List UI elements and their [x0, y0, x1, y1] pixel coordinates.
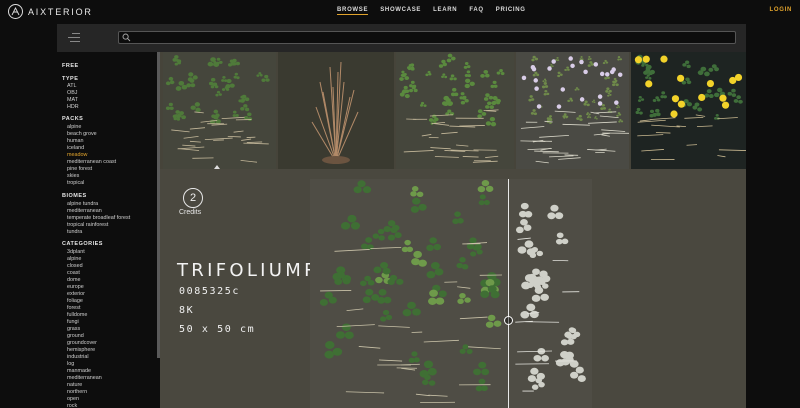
category-item[interactable]: 3dplant: [67, 249, 85, 256]
pack-skies[interactable]: skies: [67, 173, 79, 180]
asset-detail-panel: 2 Credits TRIFOLIUMREPENS 0085325c 8K 50…: [160, 169, 746, 408]
brand-name: AIXTERIOR: [28, 6, 93, 17]
category-item[interactable]: groundcover: [67, 340, 97, 347]
category-item[interactable]: fungi: [67, 319, 79, 326]
biome-tropical-rainforest[interactable]: tropical rainforest: [67, 222, 108, 229]
logo[interactable]: AIXTERIOR: [8, 4, 93, 19]
search-icon: [122, 33, 131, 42]
login-link[interactable]: LOGIN: [770, 7, 793, 13]
nav-learn[interactable]: LEARN: [433, 7, 457, 15]
pack-mediterranean-coast[interactable]: mediterranean coast: [67, 159, 116, 166]
category-item[interactable]: rock: [67, 403, 77, 408]
sidebar: FREE TYPE ATL OBJ MAT HDR PACKS alpine b…: [57, 52, 157, 408]
asset-id: 0085325c: [179, 286, 240, 297]
compare-slider-handle[interactable]: [504, 316, 513, 325]
category-item[interactable]: industrial: [67, 354, 89, 361]
asset-thumbnail[interactable]: [631, 52, 746, 169]
packs-heading: PACKS: [62, 116, 84, 122]
category-item[interactable]: ground: [67, 333, 84, 340]
category-item[interactable]: dome: [67, 277, 81, 284]
search-box[interactable]: [118, 31, 736, 44]
type-hdr[interactable]: HDR: [67, 104, 79, 111]
asset-preview[interactable]: [310, 179, 592, 408]
biome-temperate-broadleaf-forest[interactable]: temperate broadleaf forest: [67, 215, 130, 222]
nav-browse[interactable]: BROWSE: [337, 7, 369, 15]
asset-size: 50 x 50 cm: [179, 324, 256, 335]
type-mat[interactable]: MAT: [67, 97, 78, 104]
type-heading: TYPE: [62, 76, 79, 82]
pack-iceland[interactable]: iceland: [67, 145, 84, 152]
asset-thumbnail[interactable]: [396, 52, 514, 169]
biome-alpine-tundra[interactable]: alpine tundra: [67, 201, 98, 208]
pack-meadow[interactable]: meadow: [67, 152, 87, 159]
filter-menu-icon[interactable]: [68, 33, 80, 42]
pack-tropical[interactable]: tropical: [67, 180, 84, 187]
pack-alpine[interactable]: alpine: [67, 124, 81, 131]
category-item[interactable]: exterior: [67, 291, 85, 298]
category-item[interactable]: grass: [67, 326, 80, 333]
category-item[interactable]: mediterranean: [67, 375, 102, 382]
category-item[interactable]: nature: [67, 382, 82, 389]
compare-slider-line[interactable]: [508, 179, 510, 408]
sidebar-free[interactable]: FREE: [62, 63, 79, 69]
biome-tundra[interactable]: tundra: [67, 229, 82, 236]
asset-thumbnail[interactable]: [278, 52, 394, 169]
credits-badge: 2: [183, 188, 203, 208]
asset-thumbnail[interactable]: [163, 52, 276, 169]
toolbar: [57, 24, 746, 52]
biomes-heading: BIOMES: [62, 193, 87, 199]
category-item[interactable]: foliage: [67, 298, 83, 305]
nav-pricing[interactable]: PRICING: [496, 7, 526, 15]
category-item[interactable]: alpine: [67, 256, 81, 263]
category-item[interactable]: northern: [67, 389, 87, 396]
search-input[interactable]: [133, 32, 733, 43]
category-item[interactable]: forest: [67, 305, 80, 312]
category-item[interactable]: europe: [67, 284, 84, 291]
top-nav: AIXTERIOR BROWSE SHOWCASE LEARN FAQ PRIC…: [0, 0, 800, 24]
credits-label: Credits: [179, 209, 202, 216]
category-item[interactable]: open: [67, 396, 79, 403]
category-item[interactable]: fulldome: [67, 312, 87, 319]
asset-thumbnail[interactable]: [516, 52, 629, 169]
nav-showcase[interactable]: SHOWCASE: [380, 7, 421, 15]
category-item[interactable]: coast: [67, 270, 80, 277]
pack-pine-forest[interactable]: pine forest: [67, 166, 92, 173]
asset-resolution: 8K: [179, 305, 195, 316]
logo-icon: [8, 4, 23, 19]
category-item[interactable]: manmade: [67, 368, 91, 375]
category-item[interactable]: hemisphere: [67, 347, 95, 354]
biome-mediterranean[interactable]: mediterranean: [67, 208, 102, 215]
categories-heading: CATEGORIES: [62, 241, 103, 247]
asset-gallery: [160, 52, 746, 169]
nav-faq[interactable]: FAQ: [469, 7, 483, 15]
nav-links: BROWSE SHOWCASE LEARN FAQ PRICING: [337, 7, 526, 15]
category-item[interactable]: closed: [67, 263, 83, 270]
type-obj[interactable]: OBJ: [67, 90, 77, 97]
category-item[interactable]: log: [67, 361, 74, 368]
pack-beach-grove[interactable]: beach grove: [67, 131, 97, 138]
type-atl[interactable]: ATL: [67, 83, 77, 90]
pack-human[interactable]: human: [67, 138, 83, 145]
